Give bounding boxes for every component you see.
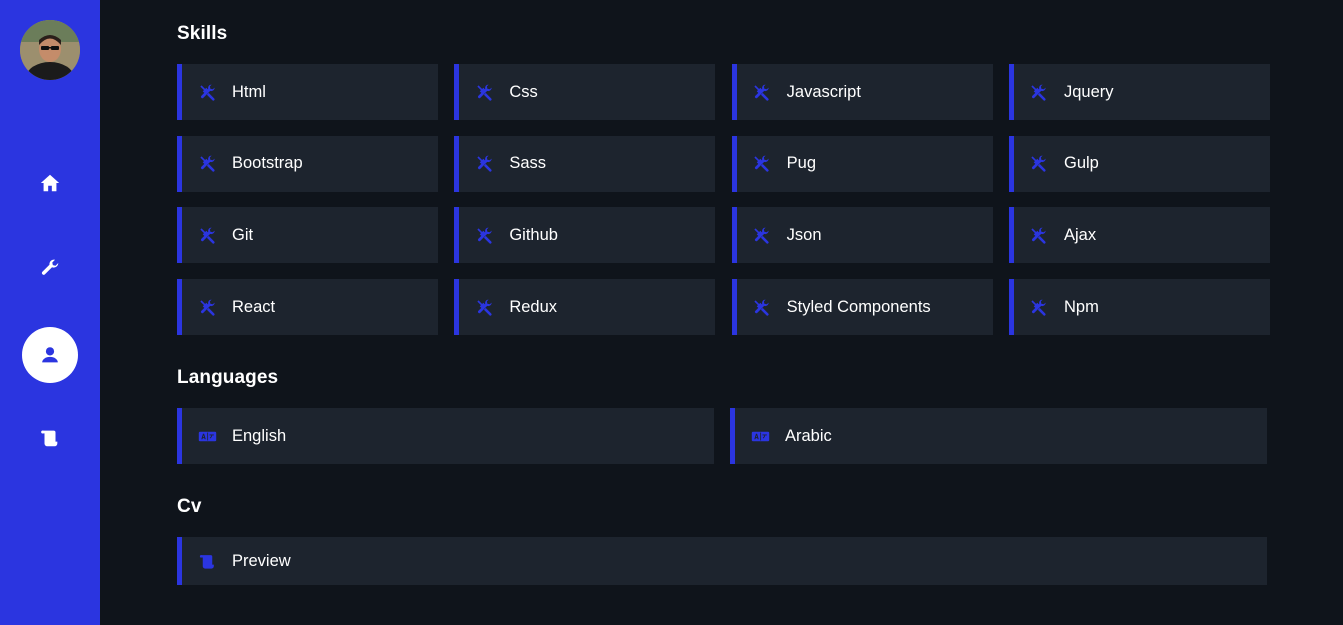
- skills-card-label: Sass: [509, 154, 547, 173]
- languages-card-arabic[interactable]: Arabic: [730, 408, 1267, 464]
- skills-card-label: Redux: [509, 297, 558, 316]
- cv-title: Cv: [177, 496, 202, 517]
- tools-icon: [474, 297, 494, 317]
- user-icon: [42, 347, 58, 363]
- skills-card-label: Html: [232, 82, 266, 101]
- tools-icon: [197, 154, 217, 174]
- skills-card-pug[interactable]: Pug: [731, 135, 993, 192]
- tools-icon: [474, 82, 494, 102]
- skills-card-ajax[interactable]: Ajax: [1008, 207, 1270, 264]
- language-icon: [197, 426, 217, 446]
- nav-skills[interactable]: [22, 240, 78, 296]
- tools-icon: [752, 82, 772, 102]
- tools-icon: [1029, 154, 1049, 174]
- skills-card-label: Gulp: [1063, 154, 1099, 173]
- tools-icon: [474, 154, 494, 174]
- sidebar: [0, 0, 100, 625]
- tools-icon: [1029, 225, 1049, 245]
- skills-card-label: Bootstrap: [232, 154, 303, 173]
- tools-icon: [1029, 82, 1049, 102]
- home-icon: [40, 174, 60, 192]
- cv-card-label: Preview: [232, 551, 291, 570]
- skills-card-styled-components[interactable]: Styled Components: [731, 279, 993, 336]
- scroll-icon: [197, 551, 217, 571]
- skills-card-react[interactable]: React: [177, 279, 438, 336]
- skills-card-css[interactable]: Css: [454, 64, 716, 120]
- skills-card-javascript[interactable]: Javascript: [731, 64, 993, 120]
- tools-icon: [197, 297, 217, 317]
- tools-icon: [474, 225, 494, 245]
- skills-card-npm[interactable]: Npm: [1008, 279, 1270, 336]
- skills-card-gulp[interactable]: Gulp: [1008, 135, 1270, 192]
- tools-icon: [197, 82, 217, 102]
- skills-card-html[interactable]: Html: [177, 64, 438, 120]
- skills-card-label: Styled Components: [786, 297, 931, 316]
- languages-card-label: English: [232, 426, 287, 445]
- skills-card-sass[interactable]: Sass: [454, 135, 716, 192]
- nav-home[interactable]: [22, 155, 78, 211]
- skills-card-label: Git: [232, 225, 254, 244]
- languages-title: Languages: [177, 367, 279, 388]
- skills-card-label: Css: [509, 82, 538, 101]
- tools-icon: [1029, 297, 1049, 317]
- skills-card-jquery[interactable]: Jquery: [1008, 64, 1270, 120]
- skills-card-label: Jquery: [1063, 82, 1114, 101]
- skills-card-label: Npm: [1063, 297, 1099, 316]
- avatar[interactable]: [20, 20, 80, 80]
- skills-card-bootstrap[interactable]: Bootstrap: [177, 135, 438, 192]
- tools-icon: [752, 154, 772, 174]
- skills-card-label: React: [232, 297, 276, 316]
- language-icon: [750, 426, 770, 446]
- cv-card-preview[interactable]: Preview: [177, 537, 1267, 585]
- skills-card-label: Json: [786, 225, 822, 244]
- languages-card-english[interactable]: English: [177, 408, 714, 464]
- tools-icon: [752, 225, 772, 245]
- skills-card-label: Javascript: [786, 82, 861, 101]
- languages-card-label: Arabic: [785, 426, 832, 445]
- wrench-icon: [41, 259, 59, 275]
- scroll-icon: [41, 430, 58, 447]
- tools-icon: [197, 225, 217, 245]
- skills-card-label: Ajax: [1063, 225, 1097, 244]
- skills-card-github[interactable]: Github: [454, 207, 716, 264]
- skills-card-json[interactable]: Json: [731, 207, 993, 264]
- nav-cv[interactable]: [22, 410, 78, 466]
- skills-card-redux[interactable]: Redux: [454, 279, 716, 336]
- skills-card-git[interactable]: Git: [177, 207, 438, 264]
- tools-icon: [752, 297, 772, 317]
- skills-title: Skills: [177, 23, 228, 44]
- skills-card-label: Github: [509, 225, 558, 244]
- skills-card-label: Pug: [786, 154, 817, 173]
- nav-about[interactable]: [22, 327, 78, 383]
